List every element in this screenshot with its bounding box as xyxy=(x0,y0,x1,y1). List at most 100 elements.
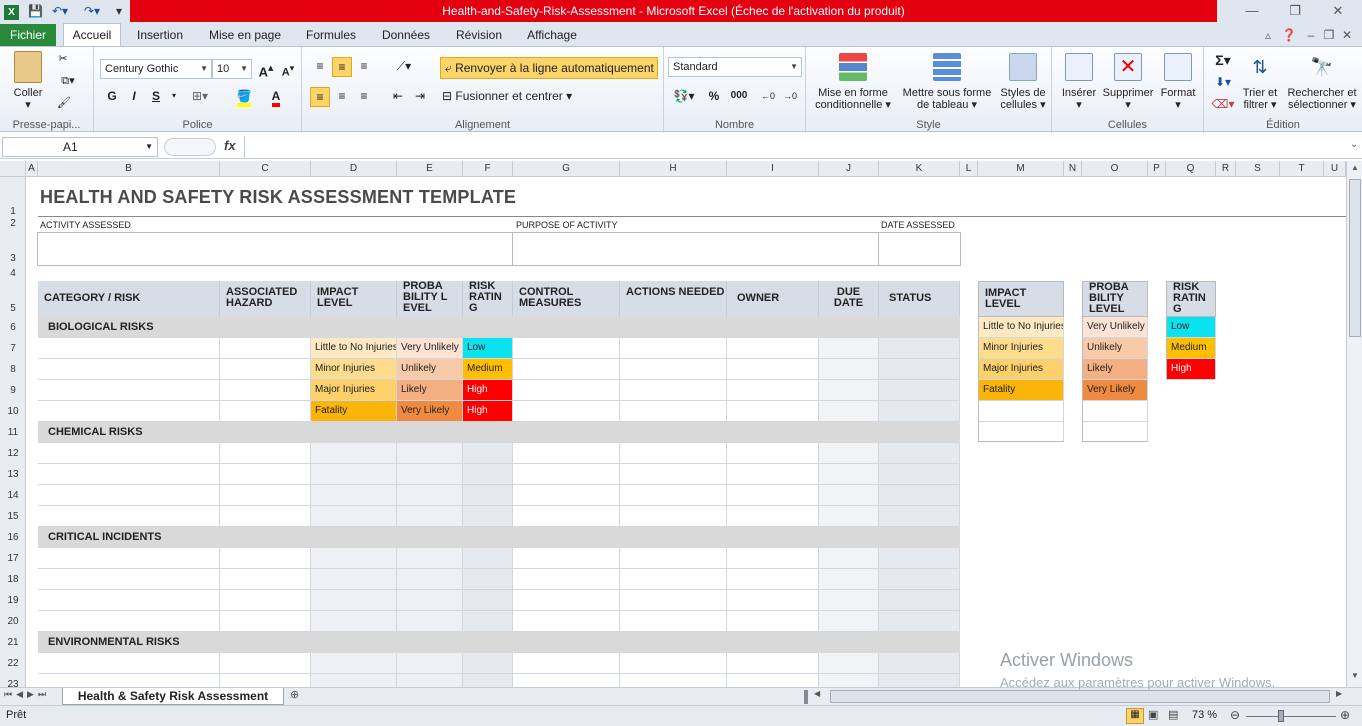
grid-cell[interactable] xyxy=(311,464,397,485)
grid-cell[interactable] xyxy=(220,485,311,506)
row-header[interactable]: 11 xyxy=(0,422,26,443)
grid-cell[interactable] xyxy=(819,674,879,687)
format-painter-icon[interactable]: 🖌 xyxy=(56,97,72,109)
grid-cell[interactable] xyxy=(879,611,960,632)
risk-cell[interactable]: High xyxy=(463,380,513,401)
column-header[interactable]: O xyxy=(1082,161,1148,177)
grid-cell[interactable] xyxy=(819,506,879,527)
undo-icon[interactable]: ↶▾ xyxy=(52,3,68,19)
column-header[interactable]: Q xyxy=(1166,161,1216,177)
purpose-input[interactable] xyxy=(513,232,879,266)
row-header[interactable]: 14 xyxy=(0,485,26,506)
fill-icon[interactable]: ⬇▾ xyxy=(1210,73,1236,93)
grid-cell[interactable] xyxy=(620,464,727,485)
sort-filter-button[interactable]: ⇅ Trier et filtrer ▾ xyxy=(1238,53,1282,111)
align-top-icon[interactable]: ≡ xyxy=(310,57,330,77)
customize-qat-icon[interactable]: ▾ xyxy=(116,3,122,19)
normal-view-icon[interactable]: ▦ xyxy=(1126,708,1144,724)
grid-cell[interactable] xyxy=(513,611,620,632)
grid-cell[interactable] xyxy=(879,590,960,611)
grid-cell[interactable] xyxy=(819,401,879,422)
row-header[interactable]: 1 xyxy=(0,177,26,217)
tab-donnees[interactable]: Données xyxy=(374,26,438,46)
grid-cell[interactable] xyxy=(220,464,311,485)
grid-cell[interactable] xyxy=(38,506,220,527)
grid-cell[interactable] xyxy=(38,548,220,569)
row-header[interactable]: 16 xyxy=(0,527,26,548)
column-header[interactable]: A xyxy=(26,161,38,177)
probability-cell[interactable]: Very Unlikely xyxy=(397,338,463,359)
delete-cells-button[interactable]: ✕ Supprimer ▾ xyxy=(1102,53,1154,111)
column-header[interactable]: N xyxy=(1064,161,1082,177)
close-icon[interactable]: ✕ xyxy=(1318,0,1358,22)
grid-cell[interactable] xyxy=(513,590,620,611)
font-size-combo[interactable]: 10 ▼ xyxy=(212,59,252,79)
grid-cell[interactable] xyxy=(879,506,960,527)
vertical-scroll-thumb[interactable] xyxy=(1349,179,1361,337)
restore-workbook-icon[interactable]: ❐ xyxy=(1322,26,1336,46)
underline-button[interactable]: S xyxy=(146,87,166,107)
grid-cell[interactable] xyxy=(38,338,220,359)
format-cells-button[interactable]: Format ▾ xyxy=(1156,53,1200,111)
minimize-icon[interactable]: — xyxy=(1232,0,1272,22)
grid-cell[interactable] xyxy=(463,569,513,590)
scroll-left-icon[interactable]: ◀ xyxy=(814,689,820,698)
grid-cell[interactable] xyxy=(397,506,463,527)
column-header[interactable]: B xyxy=(38,161,220,177)
grid-cell[interactable] xyxy=(620,485,727,506)
grid-cell[interactable] xyxy=(220,611,311,632)
column-header[interactable]: E xyxy=(397,161,463,177)
column-header[interactable]: L xyxy=(960,161,978,177)
decrease-indent-icon[interactable]: ⇤ xyxy=(388,87,408,107)
grid-cell[interactable] xyxy=(879,443,960,464)
grid-cell[interactable] xyxy=(819,590,879,611)
grid-cell[interactable] xyxy=(727,338,819,359)
grid-cell[interactable] xyxy=(620,506,727,527)
row-header[interactable]: 19 xyxy=(0,590,26,611)
grid-cell[interactable] xyxy=(38,485,220,506)
grid-cell[interactable] xyxy=(819,569,879,590)
column-header[interactable]: G xyxy=(513,161,620,177)
grid-cell[interactable] xyxy=(311,485,397,506)
row-header[interactable]: 21 xyxy=(0,632,26,653)
grid-cell[interactable] xyxy=(879,548,960,569)
grid-cell[interactable] xyxy=(819,338,879,359)
currency-icon[interactable]: 💱▾ xyxy=(670,87,698,107)
grid-cell[interactable] xyxy=(620,380,727,401)
row-header[interactable]: 15 xyxy=(0,506,26,527)
risk-cell[interactable]: Medium xyxy=(463,359,513,380)
grid-cell[interactable] xyxy=(397,611,463,632)
tab-revision[interactable]: Révision xyxy=(448,26,510,46)
tab-insertion[interactable]: Insertion xyxy=(132,26,188,46)
formula-input[interactable] xyxy=(244,136,1348,158)
tab-mise-en-page[interactable]: Mise en page xyxy=(204,26,286,46)
grid-cell[interactable] xyxy=(879,653,960,674)
copy-icon[interactable]: ⧉▾ xyxy=(56,75,80,87)
grid-cell[interactable] xyxy=(220,590,311,611)
row-header[interactable]: 8 xyxy=(0,359,26,380)
row-header[interactable]: 5 xyxy=(0,281,26,317)
zoom-in-icon[interactable]: ⊕ xyxy=(1340,708,1350,722)
column-header[interactable]: J xyxy=(819,161,879,177)
grid-cell[interactable] xyxy=(513,485,620,506)
cut-icon[interactable]: ✂ xyxy=(56,53,70,65)
grid-cell[interactable] xyxy=(463,653,513,674)
grid-cell[interactable] xyxy=(879,464,960,485)
grid-cell[interactable] xyxy=(513,653,620,674)
increase-decimal-icon[interactable]: ←0 xyxy=(758,87,778,107)
grid-cell[interactable] xyxy=(727,359,819,380)
row-header[interactable]: 6 xyxy=(0,317,26,338)
grid-cell[interactable] xyxy=(220,674,311,687)
grid-cell[interactable] xyxy=(311,653,397,674)
grid-cell[interactable] xyxy=(727,590,819,611)
grid-cell[interactable] xyxy=(38,380,220,401)
grid-cell[interactable] xyxy=(727,443,819,464)
align-bottom-icon[interactable]: ≡ xyxy=(354,57,374,77)
grid-cell[interactable] xyxy=(463,443,513,464)
worksheet-grid[interactable]: HEALTH AND SAFETY RISK ASSESSMENT TEMPLA… xyxy=(26,177,1346,687)
tab-affichage[interactable]: Affichage xyxy=(520,26,584,46)
column-header[interactable]: H xyxy=(620,161,727,177)
grid-cell[interactable] xyxy=(397,590,463,611)
probability-cell[interactable]: Very Likely xyxy=(397,401,463,422)
grid-cell[interactable] xyxy=(819,443,879,464)
